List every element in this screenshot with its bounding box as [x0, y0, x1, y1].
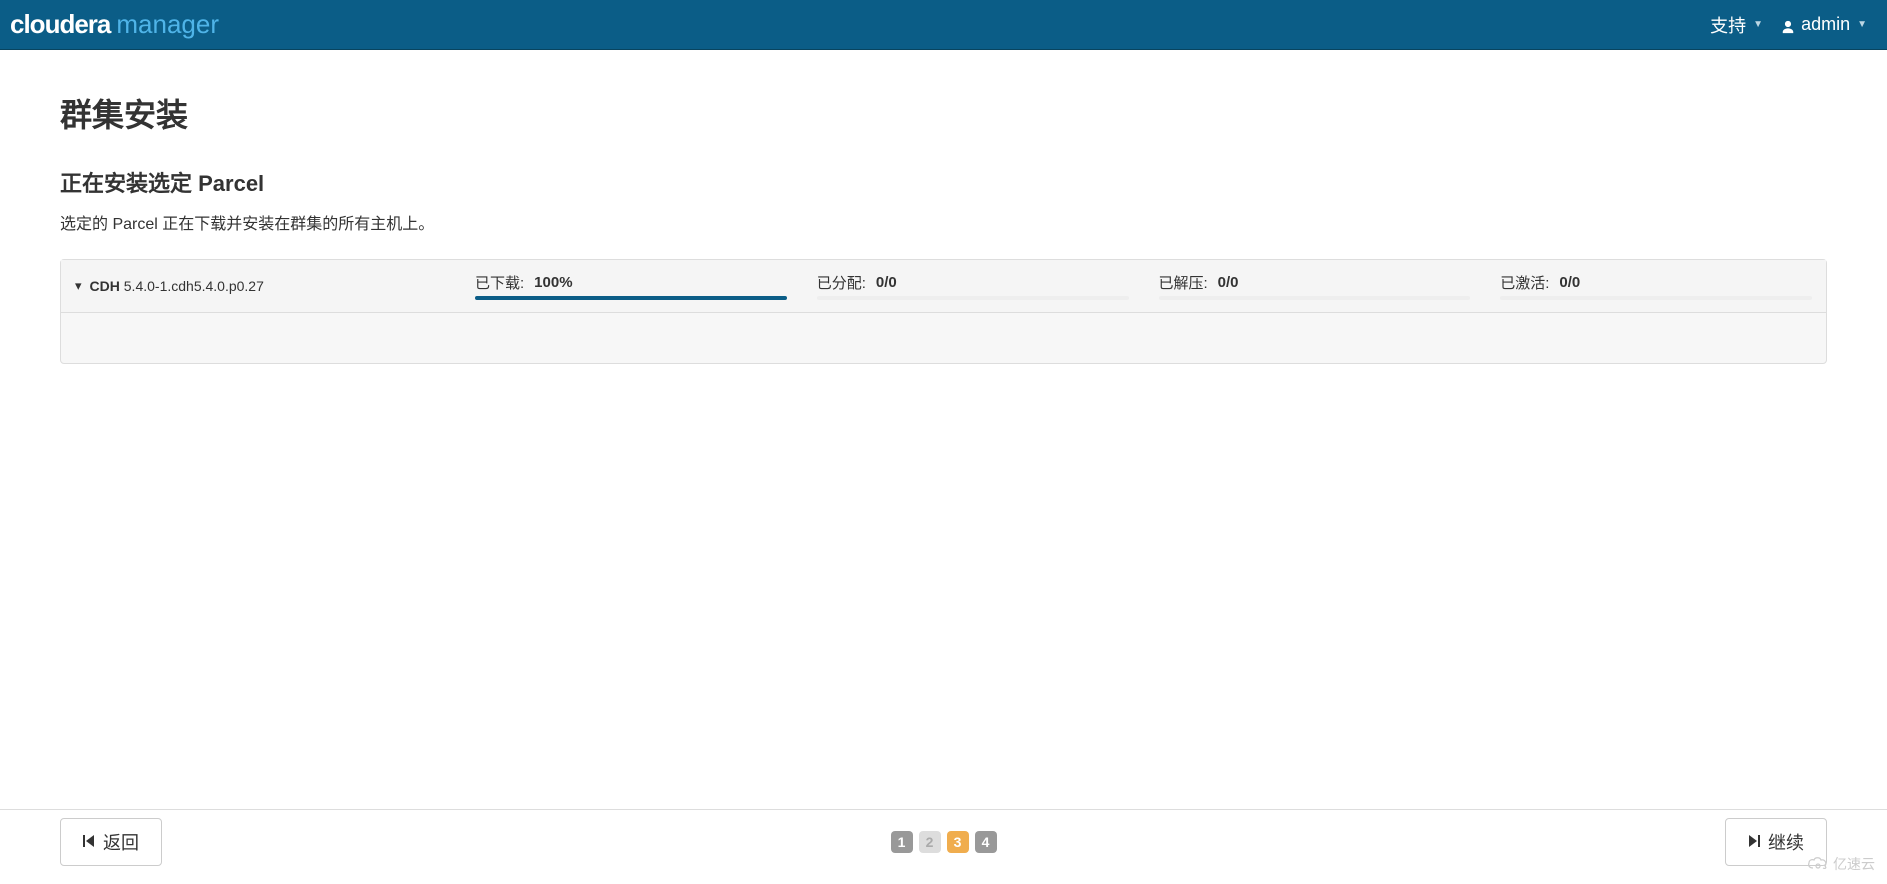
- progress-bar: [1500, 296, 1812, 300]
- parcel-name: CDH 5.4.0-1.cdh5.4.0.p0.27: [90, 278, 264, 294]
- wizard-step-4[interactable]: 4: [975, 831, 997, 853]
- wizard-step-1[interactable]: 1: [891, 831, 913, 853]
- progress-value: 0/0: [876, 274, 897, 291]
- brand-logo[interactable]: cloudera manager: [10, 9, 219, 40]
- brand-cloudera-text: cloudera: [10, 9, 110, 40]
- progress-value: 100%: [534, 274, 572, 291]
- main-content: 群集安装 正在安装选定 Parcel 选定的 Parcel 正在下载并安装在群集…: [0, 50, 1887, 364]
- step-backward-icon: [83, 832, 95, 853]
- progress-downloaded: 已下载: 100%: [475, 272, 787, 300]
- progress-label: 已解压:: [1159, 272, 1208, 293]
- progress-value: 0/0: [1218, 274, 1239, 291]
- chevron-down-icon: ▾: [75, 278, 82, 294]
- support-label: 支持: [1710, 12, 1746, 38]
- page-description: 选定的 Parcel 正在下载并安装在群集的所有主机上。: [60, 210, 1827, 234]
- wizard-step-3[interactable]: 3: [947, 831, 969, 853]
- parcel-name-text: CDH: [90, 278, 120, 294]
- progress-label: 已下载:: [475, 272, 524, 293]
- page-subtitle: 正在安装选定 Parcel: [60, 166, 1827, 198]
- user-icon: [1781, 18, 1795, 32]
- user-label: admin: [1801, 14, 1850, 35]
- progress-activated: 已激活: 0/0: [1500, 272, 1812, 300]
- progress-bar-fill: [475, 296, 787, 300]
- progress-bar: [817, 296, 1129, 300]
- brand-manager-text: manager: [116, 9, 219, 40]
- user-menu[interactable]: admin ▼: [1781, 14, 1867, 35]
- parcel-version: 5.4.0-1.cdh5.4.0.p0.27: [124, 278, 264, 294]
- back-button[interactable]: 返回: [60, 818, 162, 866]
- page-title: 群集安装: [60, 90, 1827, 136]
- parcel-panel-header: ▾ CDH 5.4.0-1.cdh5.4.0.p0.27 已下载: 100%: [61, 260, 1826, 313]
- progress-bar: [1159, 296, 1471, 300]
- progress-distributed: 已分配: 0/0: [817, 272, 1129, 300]
- wizard-step-2[interactable]: 2: [919, 831, 941, 853]
- support-menu[interactable]: 支持 ▼: [1710, 12, 1763, 38]
- back-label: 返回: [103, 829, 139, 855]
- watermark-text: 亿速云: [1833, 854, 1875, 874]
- parcel-toggle[interactable]: ▾ CDH 5.4.0-1.cdh5.4.0.p0.27: [75, 278, 455, 294]
- progress-label: 已激活:: [1500, 272, 1549, 293]
- continue-label: 继续: [1768, 829, 1804, 855]
- step-forward-icon: [1748, 832, 1760, 853]
- progress-value: 0/0: [1559, 274, 1580, 291]
- watermark: 亿速云: [1807, 854, 1875, 874]
- top-navbar: cloudera manager 支持 ▼ admin ▼: [0, 0, 1887, 50]
- progress-bar: [475, 296, 787, 300]
- parcel-panel: ▾ CDH 5.4.0-1.cdh5.4.0.p0.27 已下载: 100%: [60, 259, 1827, 364]
- wizard-steps: 1 2 3 4: [891, 831, 997, 853]
- caret-down-icon: ▼: [1857, 19, 1867, 30]
- progress-label: 已分配:: [817, 272, 866, 293]
- progress-group: 已下载: 100% 已分配: 0/0: [475, 272, 1812, 300]
- wizard-footer: 返回 1 2 3 4 继续: [0, 809, 1887, 884]
- cloud-icon: [1807, 856, 1829, 873]
- nav-right: 支持 ▼ admin ▼: [1710, 12, 1867, 38]
- caret-down-icon: ▼: [1753, 19, 1763, 30]
- progress-unpacked: 已解压: 0/0: [1159, 272, 1471, 300]
- parcel-panel-body: [61, 313, 1826, 363]
